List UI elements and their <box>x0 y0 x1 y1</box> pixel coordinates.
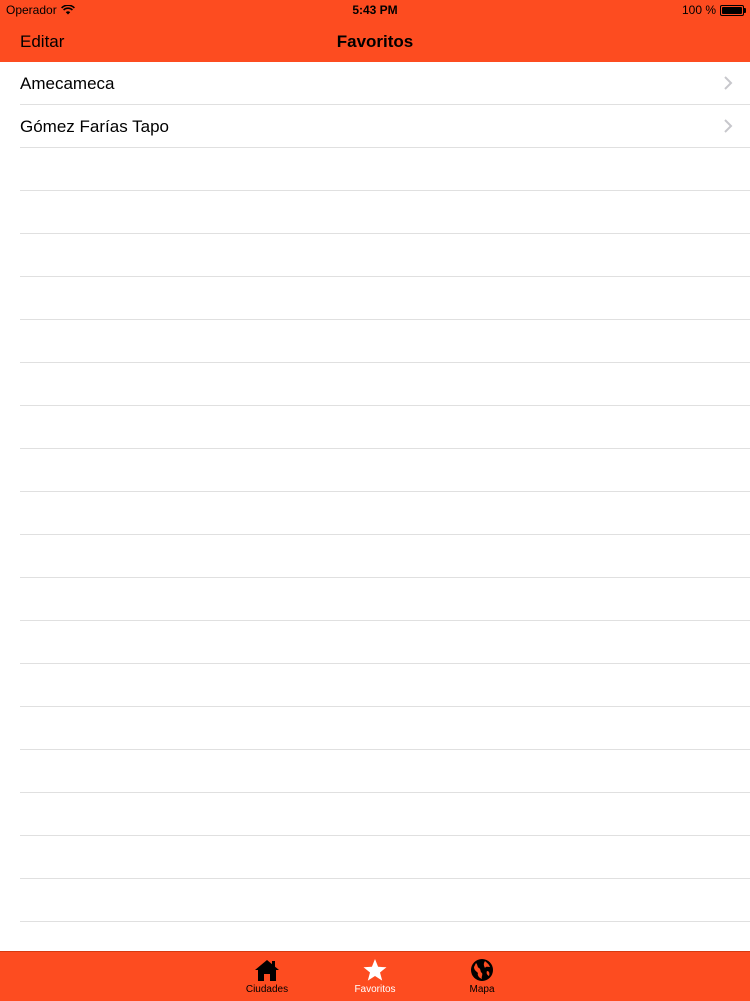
table-row[interactable]: Gómez Farías Tapo <box>20 105 750 148</box>
home-icon <box>255 960 279 981</box>
empty-table-row <box>20 836 750 879</box>
status-time: 5:43 PM <box>352 3 398 17</box>
empty-table-row <box>20 148 750 191</box>
empty-table-row <box>20 879 750 922</box>
tab-ciudades[interactable]: Ciudades <box>227 956 307 1000</box>
empty-table-row <box>20 750 750 793</box>
tab-label: Mapa <box>469 984 495 995</box>
row-label: Gómez Farías Tapo <box>20 117 169 136</box>
empty-table-row <box>20 621 750 664</box>
globe-icon <box>471 959 493 981</box>
empty-table-row <box>20 492 750 535</box>
tab-favoritos[interactable]: Favoritos <box>335 956 415 1000</box>
status-bar: Operador 5:43 PM 100 % <box>0 0 750 20</box>
empty-table-row <box>20 363 750 406</box>
empty-table-row <box>20 535 750 578</box>
empty-table-row <box>20 922 750 952</box>
empty-table-row <box>20 191 750 234</box>
row-label: Amecameca <box>20 74 115 93</box>
empty-rows <box>0 148 750 952</box>
empty-table-row <box>20 449 750 492</box>
tab-label: Favoritos <box>354 984 396 995</box>
star-icon <box>363 959 387 981</box>
battery-percent: 100 % <box>681 3 716 17</box>
battery-icon <box>720 4 746 16</box>
empty-table-row <box>20 406 750 449</box>
table-row[interactable]: Amecameca <box>20 62 750 105</box>
tab-mapa[interactable]: Mapa <box>442 956 522 1000</box>
chevron-right-icon <box>724 119 733 133</box>
navigation-bar: Editar Favoritos <box>0 20 750 62</box>
empty-table-row <box>20 578 750 621</box>
page-title: Favoritos <box>336 32 414 51</box>
favorites-table: Amecameca Gómez Farías Tapo <box>0 62 750 952</box>
empty-table-row <box>20 320 750 363</box>
tab-bar: Ciudades Favoritos Mapa <box>0 951 750 1001</box>
tab-label: Ciudades <box>245 984 289 995</box>
empty-table-row <box>20 664 750 707</box>
battery-info: 100 % <box>681 3 746 17</box>
top-bar: Operador 5:43 PM 100 % Editar Favoritos <box>0 0 750 62</box>
chevron-right-icon <box>724 76 733 90</box>
empty-table-row <box>20 707 750 750</box>
empty-table-row <box>20 277 750 320</box>
empty-table-row <box>20 234 750 277</box>
empty-table-row <box>20 793 750 836</box>
